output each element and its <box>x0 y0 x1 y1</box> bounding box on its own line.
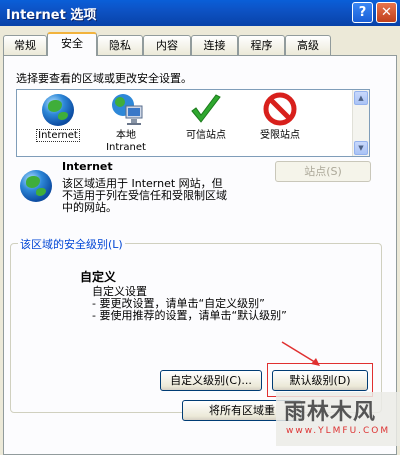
zone-internet[interactable]: Internet <box>21 92 95 142</box>
zone-local-intranet[interactable]: 本地 Intranet <box>89 92 163 154</box>
tab-security[interactable]: 安全 <box>47 32 97 56</box>
zone-restricted-sites[interactable]: 受限站点 <box>243 92 317 142</box>
intranet-icon <box>108 92 144 128</box>
zone-label: 受限站点 <box>260 130 300 141</box>
tab-content[interactable]: 内容 <box>143 35 191 55</box>
zone-list: Internet 本地 Intranet 可信站点 受限站点 ▲ ▼ <box>16 89 370 157</box>
zone-label: 本地 <box>116 130 136 141</box>
zone-scrollbar[interactable]: ▲ ▼ <box>352 90 369 156</box>
tab-privacy[interactable]: 隐私 <box>97 35 143 55</box>
scroll-up-icon[interactable]: ▲ <box>354 91 368 105</box>
tab-advanced[interactable]: 高级 <box>285 35 331 55</box>
checkmark-icon <box>188 92 224 128</box>
security-level-details: 自定义设置 - 要更改设置，请单击“自定义级别” - 要使用推荐的设置，请单击“… <box>92 286 287 322</box>
zone-label: 可信站点 <box>186 130 226 141</box>
selected-zone-globe-icon <box>18 168 52 202</box>
tab-general[interactable]: 常规 <box>3 35 47 55</box>
no-entry-icon <box>262 92 298 128</box>
security-level-group-title: 该区域的安全级别(L) <box>18 236 125 252</box>
tab-programs[interactable]: 程序 <box>238 35 285 55</box>
zone-trusted-sites[interactable]: 可信站点 <box>169 92 243 142</box>
help-button[interactable]: ? <box>352 2 373 23</box>
zone-description: 该区域适用于 Internet 网站，但 不适用于列在受信任和受限制区域 中的网… <box>62 178 227 214</box>
zone-label-2: Intranet <box>106 142 146 153</box>
security-level-line: - 要使用推荐的设置，请单击“默认级别” <box>92 309 287 322</box>
zone-title: Internet <box>62 160 113 173</box>
watermark-url: www.YLMFU.COM <box>286 426 391 436</box>
scroll-down-icon[interactable]: ▼ <box>354 141 368 155</box>
zone-instruction: 选择要查看的区域或更改安全设置。 <box>16 72 192 85</box>
zone-description-line: 中的网站。 <box>62 201 117 214</box>
tab-connections[interactable]: 连接 <box>191 35 238 55</box>
window-title: Internet 选项 <box>6 8 97 23</box>
sites-button[interactable]: 站点(S) <box>275 161 371 182</box>
close-button[interactable]: ✕ <box>376 2 397 23</box>
globe-icon <box>40 92 76 128</box>
custom-level-button[interactable]: 自定义级别(C)... <box>160 370 262 391</box>
watermark: 雨林木风 www.YLMFU.COM <box>276 392 400 446</box>
security-level-name: 自定义 <box>80 270 117 284</box>
title-bar: Internet 选项 ? ✕ <box>0 0 400 26</box>
watermark-text: 雨林木风 <box>284 400 377 425</box>
zone-label: Internet <box>36 129 80 142</box>
